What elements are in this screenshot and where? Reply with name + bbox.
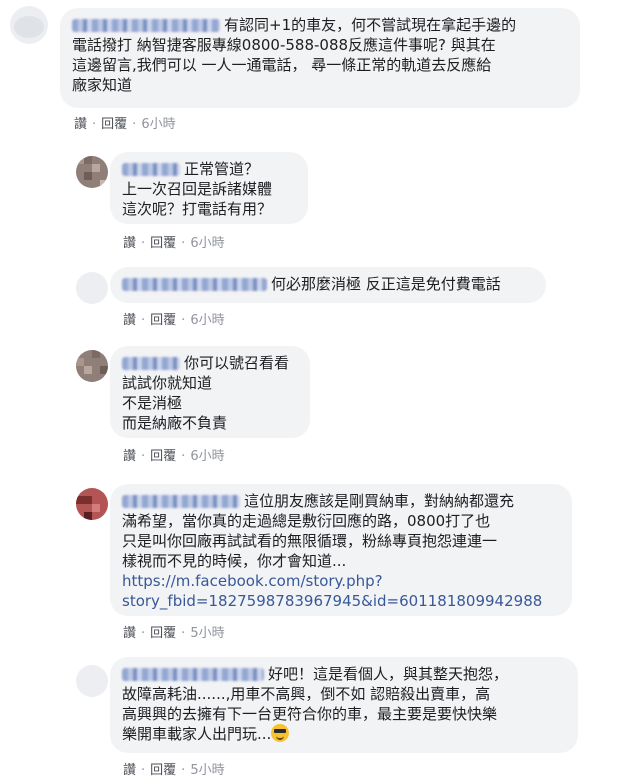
- comment-thread: 有認同+1的車友，何不嘗試現在拿起手邊的 電話撥打 納智捷客服專線0800-58…: [0, 0, 624, 781]
- separator-dot: ·: [181, 626, 186, 641]
- comment-bubble: 這位朋友應該是剛買納車，對納納都還充 滿希望，當你真的走過總是敷衍回應的路，08…: [110, 484, 572, 616]
- separator-dot: ·: [181, 236, 186, 251]
- comment-text: 上一次召回是訴諸媒體: [122, 180, 273, 198]
- comment-actions: 讚 · 回覆 · 6小時: [123, 445, 225, 464]
- comment-bubble: 有認同+1的車友，何不嘗試現在拿起手邊的 電話撥打 納智捷客服專線0800-58…: [60, 8, 580, 108]
- like-button[interactable]: 讚: [74, 113, 87, 132]
- separator-dot: ·: [141, 449, 146, 464]
- reply-button[interactable]: 回覆: [101, 113, 127, 132]
- separator-dot: ·: [141, 763, 146, 778]
- separator-dot: ·: [181, 313, 186, 328]
- avatar[interactable]: [76, 156, 108, 188]
- timestamp[interactable]: 6小時: [190, 445, 224, 464]
- comment-text: 有認同+1的車友，何不嘗試現在拿起手邊的: [224, 16, 517, 34]
- commenter-name-blurred[interactable]: [122, 278, 267, 291]
- sunglasses-emoji: [271, 724, 290, 742]
- comment-text: 高興興的去擁有下一台更符合你的車，最主要是要快快樂: [122, 705, 498, 723]
- timestamp[interactable]: 6小時: [190, 232, 224, 251]
- separator-dot: ·: [181, 449, 186, 464]
- avatar[interactable]: [76, 350, 108, 382]
- like-button[interactable]: 讚: [123, 309, 136, 328]
- comment-actions: 讚 · 回覆 · 6小時: [123, 232, 225, 251]
- comment-text: 而是納廠不負責: [122, 414, 228, 432]
- comment-text: 樂開車載家人出門玩...: [122, 725, 272, 743]
- avatar[interactable]: [76, 488, 108, 520]
- comment-actions: 讚 · 回覆 · 5小時: [123, 622, 225, 641]
- comment-text: 你可以號召看看: [184, 354, 290, 372]
- comment-text: 樣視而不見的時候，你才會知道...: [122, 552, 347, 570]
- comment-actions: 讚 · 回覆 · 5小時: [123, 759, 225, 778]
- reply-button[interactable]: 回覆: [150, 622, 176, 641]
- like-button[interactable]: 讚: [123, 445, 136, 464]
- comment-text: 廠家知道: [72, 76, 133, 94]
- separator-dot: ·: [141, 626, 146, 641]
- reply-button[interactable]: 回覆: [150, 309, 176, 328]
- comment-actions: 讚 · 回覆 · 6小時: [74, 113, 176, 132]
- like-button[interactable]: 讚: [123, 759, 136, 778]
- comment-text: 滿希望，當你真的走過總是敷衍回應的路，0800打了也: [122, 512, 491, 530]
- comment-text: 好吧！這是看個人，與其整天抱怨，: [268, 665, 509, 683]
- separator-dot: ·: [92, 117, 97, 132]
- comment-text: 試試你就知道: [122, 374, 213, 392]
- comment-text: 何必那麼消極 反正這是免付費電話: [271, 275, 501, 293]
- comment-text: 電話撥打 納智捷客服專線0800-588-088反應這件事呢? 與其在: [72, 36, 496, 54]
- comment-text: 這位朋友應該是剛買納車，對納納都還充: [244, 492, 515, 510]
- avatar[interactable]: [76, 665, 108, 697]
- comment-link[interactable]: story_fbid=1827598783967945&id=601181809…: [122, 591, 560, 611]
- reply-button[interactable]: 回覆: [150, 445, 176, 464]
- comment-bubble: 正常管道？ 上一次召回是訴諸媒體 這次呢？打電話有用？: [110, 152, 308, 224]
- reply-button[interactable]: 回覆: [150, 232, 176, 251]
- timestamp[interactable]: 6小時: [141, 113, 175, 132]
- commenter-name-blurred[interactable]: [122, 357, 180, 370]
- comment-text: 不是消極: [122, 394, 183, 412]
- commenter-name-blurred[interactable]: [122, 668, 264, 681]
- reply-button[interactable]: 回覆: [150, 759, 176, 778]
- comment-actions: 讚 · 回覆 · 6小時: [123, 309, 225, 328]
- comment-text: 這次呢？打電話有用？: [122, 200, 273, 218]
- separator-dot: ·: [181, 763, 186, 778]
- like-button[interactable]: 讚: [123, 622, 136, 641]
- comment-bubble: 何必那麼消極 反正這是免付費電話: [110, 267, 546, 303]
- comment-bubble: 你可以號召看看 試試你就知道 不是消極 而是納廠不負責: [110, 346, 310, 438]
- comment-text: 這邊留言,我們可以 一人一通電話， 尋一條正常的軌道去反應給: [72, 56, 492, 74]
- timestamp[interactable]: 6小時: [190, 309, 224, 328]
- commenter-name-blurred[interactable]: [122, 495, 240, 508]
- comment-text: 只是叫你回廠再試試看的無限循環，粉絲專頁抱怨連連一: [122, 532, 498, 550]
- timestamp[interactable]: 5小時: [190, 622, 224, 641]
- avatar[interactable]: [76, 272, 108, 304]
- commenter-name-blurred[interactable]: [122, 163, 180, 176]
- avatar[interactable]: [10, 6, 48, 44]
- comment-link[interactable]: https://m.facebook.com/story.php?: [122, 571, 560, 591]
- timestamp[interactable]: 5小時: [190, 759, 224, 778]
- separator-dot: ·: [132, 117, 137, 132]
- comment-bubble: 好吧！這是看個人，與其整天抱怨， 故障高耗油......,用車不高興，倒不如 認…: [110, 657, 578, 753]
- comment-text: 故障高耗油......,用車不高興，倒不如 認賠殺出賣車，高: [122, 685, 491, 703]
- like-button[interactable]: 讚: [123, 232, 136, 251]
- comment-text: 正常管道？: [184, 160, 260, 178]
- separator-dot: ·: [141, 236, 146, 251]
- separator-dot: ·: [141, 313, 146, 328]
- commenter-name-blurred[interactable]: [72, 19, 220, 32]
